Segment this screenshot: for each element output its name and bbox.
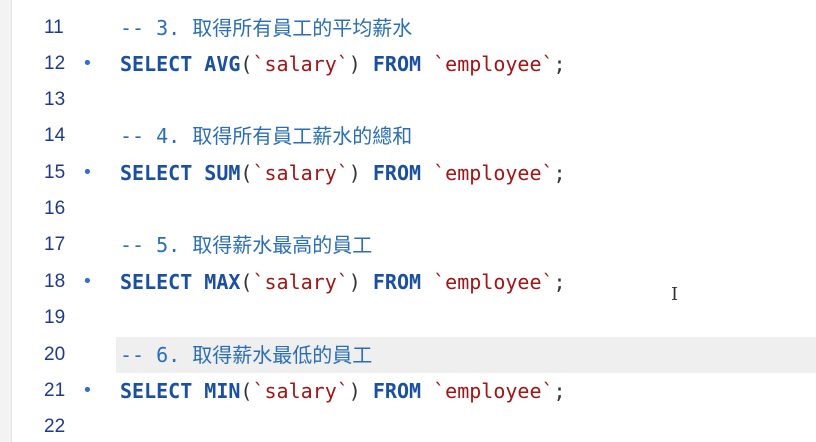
line-number: 18: [44, 271, 66, 292]
code-line-21[interactable]: 21 • SELECT MIN(`salary`) FROM `employee…: [0, 373, 816, 409]
code-line-20-current[interactable]: 20 -- 6. 取得薪水最低的員工: [44, 337, 816, 373]
code-line-11[interactable]: 11 -- 3. 取得所有員工的平均薪水: [0, 10, 816, 46]
line-number: 14: [44, 125, 66, 146]
code-line-13[interactable]: 13: [0, 82, 816, 118]
code-line-12[interactable]: 12 • SELECT AVG(`salary`) FROM `employee…: [0, 46, 816, 82]
function-name: MAX: [204, 270, 241, 294]
keyword-from: FROM: [372, 270, 422, 294]
line-number: 21: [44, 380, 66, 401]
close-paren: ): [348, 379, 361, 403]
function-name: AVG: [204, 52, 241, 76]
column-name: `salary`: [252, 52, 349, 76]
column-name: `salary`: [252, 161, 349, 185]
breakpoint-dot-icon[interactable]: •: [82, 264, 93, 300]
table-name: `employee`: [433, 379, 554, 403]
keyword-from: FROM: [372, 161, 422, 185]
breakpoint-dot-icon[interactable]: •: [82, 46, 93, 82]
open-paren: (: [240, 161, 253, 185]
table-name: `employee`: [433, 52, 554, 76]
line-number: 17: [44, 234, 66, 255]
line-number: 20: [44, 344, 66, 365]
close-paren: ): [348, 270, 361, 294]
open-paren: (: [240, 270, 253, 294]
keyword-select: SELECT: [120, 270, 193, 294]
keyword-select: SELECT: [120, 161, 193, 185]
sql-statement: SELECT SUM(`salary`) FROM `employee`;: [120, 155, 566, 191]
sql-statement: SELECT MAX(`salary`) FROM `employee`;: [120, 264, 566, 300]
keyword-from: FROM: [372, 52, 422, 76]
line-number: 19: [44, 307, 66, 328]
code-editor[interactable]: 11 -- 3. 取得所有員工的平均薪水 12 • SELECT AVG(`sa…: [0, 0, 816, 442]
semicolon: ;: [553, 379, 566, 403]
line-number: 22: [44, 416, 66, 437]
sql-statement: SELECT AVG(`salary`) FROM `employee`;: [120, 46, 566, 82]
semicolon: ;: [553, 270, 566, 294]
text-cursor-icon: I: [671, 284, 679, 305]
table-name: `employee`: [433, 270, 554, 294]
line-number: 15: [44, 162, 66, 183]
breakpoint-dot-icon[interactable]: •: [82, 155, 93, 191]
line-number: 16: [44, 198, 66, 219]
column-name: `salary`: [252, 270, 349, 294]
function-name: SUM: [204, 161, 241, 185]
close-paren: ): [348, 52, 361, 76]
function-name: MIN: [204, 379, 241, 403]
close-paren: ): [348, 161, 361, 185]
code-line-18[interactable]: 18 • SELECT MAX(`salary`) FROM `employee…: [0, 264, 816, 300]
table-name: `employee`: [433, 161, 554, 185]
line-number: 11: [44, 17, 64, 38]
open-paren: (: [240, 52, 253, 76]
breakpoint-dot-icon[interactable]: •: [82, 373, 93, 409]
line-number: 13: [44, 89, 66, 110]
column-name: `salary`: [252, 379, 349, 403]
keyword-from: FROM: [372, 379, 422, 403]
semicolon: ;: [553, 52, 566, 76]
keyword-select: SELECT: [120, 52, 193, 76]
sql-comment: -- 5. 取得薪水最高的員工: [120, 233, 373, 257]
code-line-22[interactable]: 22: [0, 409, 816, 442]
line-number: 12: [44, 53, 66, 74]
code-line-17[interactable]: 17 -- 5. 取得薪水最高的員工: [0, 227, 816, 263]
sql-comment: -- 6. 取得薪水最低的員工: [120, 343, 373, 367]
sql-comment: -- 4. 取得所有員工薪水的總和: [120, 124, 413, 148]
keyword-select: SELECT: [120, 379, 193, 403]
code-line-19[interactable]: 19: [0, 300, 816, 336]
code-line-14[interactable]: 14 -- 4. 取得所有員工薪水的總和: [0, 118, 816, 154]
code-line-16[interactable]: 16: [0, 191, 816, 227]
semicolon: ;: [553, 161, 566, 185]
sql-comment: -- 3. 取得所有員工的平均薪水: [120, 16, 413, 40]
sql-statement: SELECT MIN(`salary`) FROM `employee`;: [120, 373, 566, 409]
open-paren: (: [240, 379, 253, 403]
code-line-15[interactable]: 15 • SELECT SUM(`salary`) FROM `employee…: [0, 155, 816, 191]
